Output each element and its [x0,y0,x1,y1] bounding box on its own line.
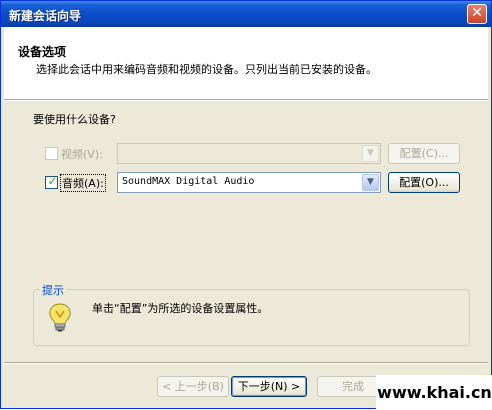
window-title: 新建会话向导 [9,9,82,23]
checkmark-icon: ✓ [47,174,58,188]
video-config-button[interactable]: 配置(C)... [388,143,460,164]
audio-device-select[interactable]: SoundMAX Digital Audio ▼ [117,172,381,193]
video-row: 视频(V): ▼ 配置(C)... [43,143,463,165]
close-button[interactable]: ✕ [467,4,487,24]
chevron-down-icon[interactable]: ▼ [362,145,379,162]
audio-device-value: SoundMAX Digital Audio [122,176,255,187]
video-checkbox[interactable] [45,147,58,160]
audio-config-button[interactable]: 配置(O)... [388,172,460,193]
video-label: 视频(V): [61,148,103,161]
hint-group: 提示 单击“配置”为所选的设备设置属性。 [33,282,470,346]
page-subtitle: 选择此会话中用来编码音频和视频的设备。只列出当前已安装的设备。 [36,63,377,76]
watermark: www.khai.cn [376,375,492,410]
chevron-down-icon[interactable]: ▼ [362,174,379,191]
back-button[interactable]: < 上一步(B) [157,376,229,397]
hint-legend: 提示 [40,282,66,298]
title-bar[interactable]: 新建会话向导 ✕ [1,1,491,27]
lightbulb-hint-icon [49,303,71,332]
header-pane: 设备选项 选择此会话中用来编码音频和视频的设备。只列出当前已安装的设备。 [4,27,488,99]
hint-text: 单击“配置”为所选的设备设置属性。 [92,302,269,315]
audio-label: 音频(A): [60,174,106,192]
audio-checkbox[interactable]: ✓ [45,174,58,189]
video-device-select[interactable]: ▼ [117,143,381,164]
header-divider [4,99,488,101]
footer-divider [4,362,488,364]
next-button[interactable]: 下一步(N) > [231,376,307,397]
wizard-window: 新建会话向导 ✕ 设备选项 选择此会话中用来编码音频和视频的设备。只列出当前已安… [0,0,492,410]
close-icon: ✕ [471,5,483,21]
device-question: 要使用什么设备? [33,113,116,126]
audio-row: ✓ 音频(A): SoundMAX Digital Audio ▼ 配置(O).… [43,172,463,194]
page-title: 设备选项 [18,45,67,59]
